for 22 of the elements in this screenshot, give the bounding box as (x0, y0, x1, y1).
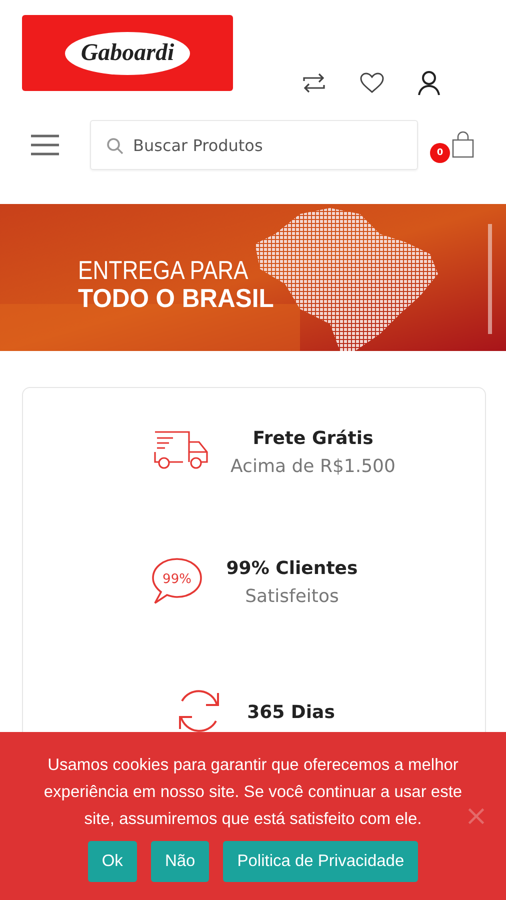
user-icon[interactable] (417, 70, 441, 96)
brand-logo[interactable]: Gaboardi (22, 15, 233, 91)
cookie-message: Usamos cookies para garantir que oferecemos a melhor experiência em nosso site. Se você continuar a usar este site, assumiremos que está satisfeito com ele. (43, 755, 463, 830)
cookie-button[interactable]: Não (150, 841, 210, 882)
feature-subtitle: Satisfeitos (245, 585, 339, 609)
truck-icon (152, 430, 209, 472)
banner-heading: ENTREGA PARA (78, 256, 250, 284)
shopping-bag-icon[interactable] (450, 131, 476, 159)
heart-icon[interactable] (359, 72, 385, 94)
cookie-button[interactable]: Ok (88, 841, 137, 882)
banner-heading: TODO O BRASIL (78, 284, 275, 312)
search-icon (106, 137, 124, 155)
cookie-button[interactable]: Politica de Privacidade (223, 841, 418, 882)
feature-title: Frete Grátis (252, 427, 374, 451)
speech-bubble-icon: 99% (150, 556, 204, 606)
menu-icon[interactable] (30, 134, 60, 156)
compare-icon[interactable] (301, 72, 327, 94)
cart-count-badge: 0 (430, 143, 450, 163)
feature-subtitle: Acima de R$1.500 (230, 455, 396, 479)
feature-title: 365 Dias (247, 701, 335, 725)
search-field[interactable]: Buscar Produtos (90, 120, 418, 170)
feature-title: 99% Clientes (226, 557, 358, 581)
